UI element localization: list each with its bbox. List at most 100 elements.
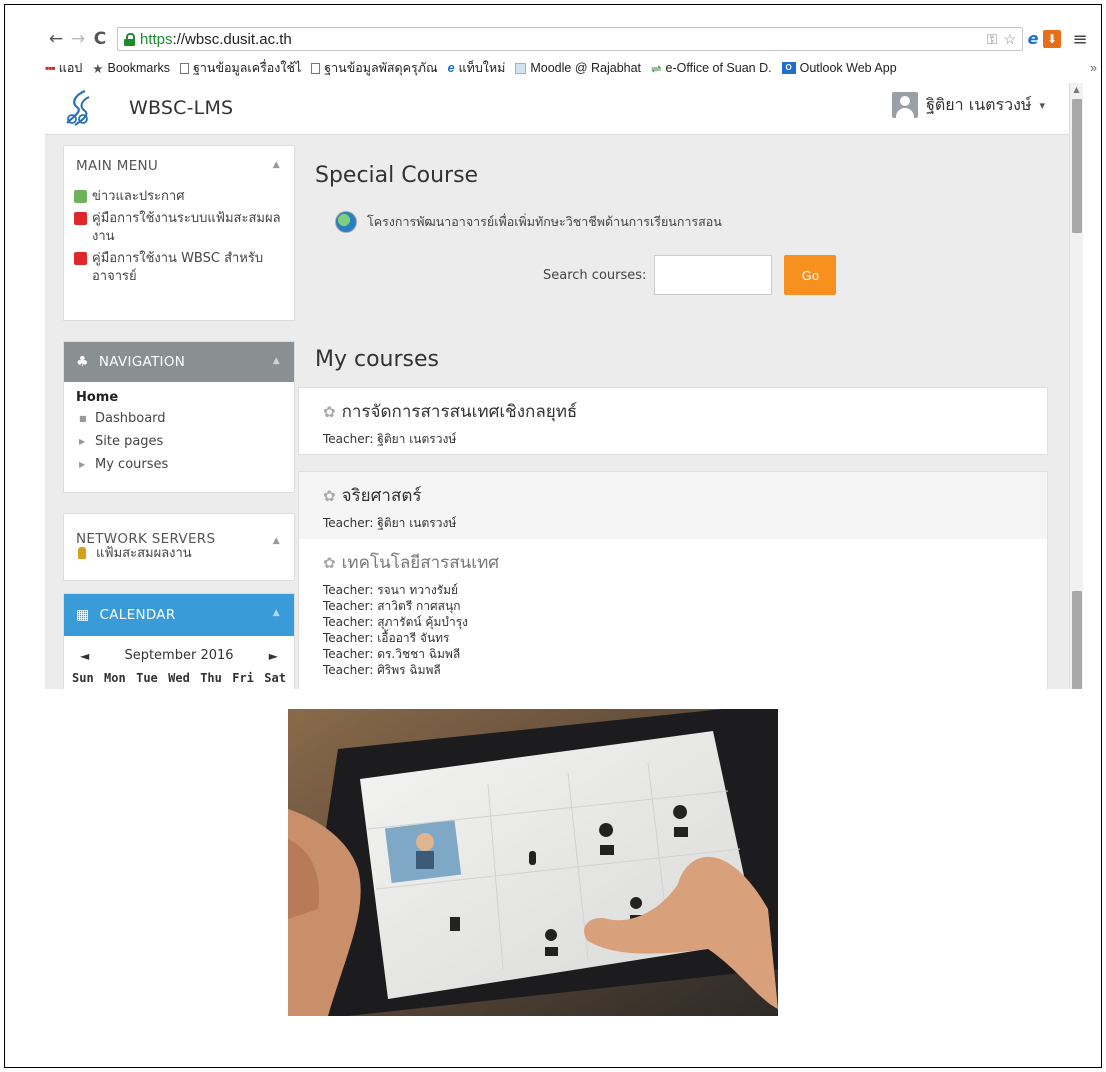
- download-extension-icon[interactable]: ⬇: [1043, 30, 1061, 48]
- scroll-up-icon[interactable]: ▲: [1070, 83, 1083, 97]
- course-teacher[interactable]: Teacher: เอื้ออารี จันทร: [323, 630, 1047, 646]
- menu-item-teacher-manual[interactable]: คู่มือการใช้งาน WBSC สำหรับอาจารย์: [74, 250, 284, 286]
- bookmark-item[interactable]: ⇌ e-Office of Suan D.: [651, 61, 772, 76]
- nav-item-site-pages[interactable]: ▶ Site pages: [76, 430, 282, 453]
- collapse-icon[interactable]: ▲: [273, 608, 280, 618]
- bookmark-item[interactable]: e แท็บใหม่: [448, 58, 506, 78]
- site-header: WBSC-LMS ฐิติยา เนตรวงษ์ ▾: [45, 83, 1069, 135]
- calendar-weekdays: Sun Mon Tue Wed Thu Fri Sat: [64, 669, 294, 687]
- navigation-list: Home ■ Dashboard ▶ Site pages ▶ My courses: [64, 382, 294, 486]
- bullet-icon: ■: [79, 414, 87, 423]
- special-course-item[interactable]: โครงการพัฒนาอาจารย์เพื่อเพิ่มทักษะวิชาชี…: [335, 211, 722, 233]
- course-globe-icon: [335, 211, 357, 233]
- course-teacher[interactable]: Teacher: ดร.วิชชา ฉิมพลี: [323, 646, 1047, 662]
- course-link[interactable]: ✿ การจัดการสารสนเทศเชิงกลยุทธ์: [299, 388, 1047, 425]
- back-button[interactable]: ←: [45, 28, 67, 50]
- scroll-thumb[interactable]: [1072, 99, 1082, 233]
- calendar-title: CALENDAR: [99, 607, 176, 623]
- main-menu-title: MAIN MENU: [76, 158, 159, 174]
- course-teacher[interactable]: Teacher: สาวิตรี กาศสนุก: [323, 598, 1047, 614]
- doc-icon: [180, 62, 190, 74]
- network-servers-block: NETWORK SERVERS ▲ แฟ้มสะสมผลงาน: [63, 513, 295, 581]
- user-menu[interactable]: ฐิติยา เนตรวงษ์ ▾: [892, 92, 1045, 118]
- bookmark-item[interactable]: ฐานข้อมูลพัสดุครุภัณ: [311, 58, 438, 78]
- calendar-month: September 2016: [124, 648, 234, 663]
- navigation-title: NAVIGATION: [98, 354, 186, 370]
- bookmark-apps[interactable]: ▪▪▪ แอป: [45, 58, 82, 78]
- reload-button[interactable]: C: [89, 28, 111, 50]
- bookmarks-overflow-icon[interactable]: »: [1090, 61, 1097, 75]
- course-card: ✿ เทคโนโลยีสารสนเทศ Teacher: รจนา ทวางรัม…: [298, 539, 1048, 689]
- address-bar-icons: ⚿ ☆: [987, 31, 1016, 48]
- sitemap-icon: ♣: [76, 354, 89, 370]
- pdf-icon: [74, 252, 87, 265]
- key-icon[interactable]: ⚿: [987, 31, 998, 48]
- nav-home[interactable]: Home: [76, 390, 282, 405]
- weekday-label: Tue: [136, 671, 158, 685]
- collapse-icon[interactable]: ▲: [273, 160, 280, 170]
- search-courses-label: Search courses:: [543, 267, 647, 283]
- calendar-prev-icon[interactable]: ◄: [80, 649, 89, 663]
- apps-icon: ▪▪▪: [45, 61, 56, 75]
- main-menu-list: ข่าวและประกาศ คู่มือการใช้งานระบบแฟ้มสะส…: [64, 186, 294, 300]
- scroll-thumb-lower[interactable]: [1072, 591, 1082, 689]
- calendar-header[interactable]: ▦ CALENDAR ▲: [64, 594, 294, 636]
- nav-item-dashboard[interactable]: ■ Dashboard: [76, 407, 282, 430]
- calendar-month-nav: ◄ September 2016 ►: [64, 636, 294, 669]
- course-teacher[interactable]: Teacher: รจนา ทวางรัมย์: [323, 582, 1047, 598]
- bookmark-star-icon[interactable]: ☆: [1003, 31, 1016, 48]
- menu-item-news[interactable]: ข่าวและประกาศ: [74, 188, 284, 206]
- main-menu-block: MAIN MENU ▲ ข่าวและประกาศ คู่มือการใช้งา…: [63, 145, 295, 321]
- bookmark-item[interactable]: O Outlook Web App: [781, 61, 897, 75]
- course-teacher[interactable]: Teacher: ศิริพร ฉิมพลี: [323, 662, 1047, 678]
- navigation-block: ♣ NAVIGATION ▲ Home ■ Dashboard ▶ Site pag…: [63, 341, 295, 493]
- screenshot-frame: ← → C https://wbsc.dusit.ac.th ⚿ ☆ e ⬇ ≡…: [4, 4, 1102, 1068]
- chevron-down-icon: ▾: [1039, 98, 1045, 112]
- course-teacher[interactable]: Teacher: ฐิติยา เนตรวงษ์: [299, 509, 1047, 531]
- menu-item-portfolio-manual[interactable]: คู่มือการใช้งานระบบแฟ้มสะสมผลงาน: [74, 210, 284, 246]
- navigation-header[interactable]: ♣ NAVIGATION ▲: [64, 342, 294, 382]
- outlook-icon: O: [781, 62, 796, 74]
- course-teacher[interactable]: Teacher: สุภารัตน์ คุ้มบำรุง: [323, 614, 1047, 630]
- forward-button[interactable]: →: [67, 28, 89, 50]
- course-teacher[interactable]: Teacher: ฐิติยา เนตรวงษ์: [299, 425, 1047, 447]
- nav-item-my-courses[interactable]: ▶ My courses: [76, 453, 282, 476]
- course-link[interactable]: ✿ จริยศาสตร์: [299, 472, 1047, 509]
- eoffice-icon: ⇌: [651, 61, 662, 76]
- doc-icon: [311, 62, 321, 74]
- course-icon: ✿: [323, 553, 336, 572]
- network-servers-title: NETWORK SERVERS: [76, 531, 216, 547]
- user-name: ฐิติยา เนตรวงษ์: [926, 94, 1032, 114]
- star-icon: ★: [92, 61, 104, 76]
- bookmark-item[interactable]: ฐานข้อมูลเครื่องใช้ไ: [180, 58, 301, 78]
- go-button[interactable]: Go: [784, 255, 837, 295]
- url-protocol: https: [140, 30, 173, 48]
- search-courses-input[interactable]: [654, 255, 773, 295]
- course-card: ✿ การจัดการสารสนเทศเชิงกลยุทธ์ Teacher: ฐ…: [298, 387, 1048, 455]
- weekday-label: Fri: [232, 671, 254, 685]
- address-bar[interactable]: https://wbsc.dusit.ac.th ⚿ ☆: [117, 27, 1023, 51]
- calendar-next-icon[interactable]: ►: [269, 649, 278, 663]
- tablet-photo: [288, 709, 778, 1016]
- bookmark-bookmarks[interactable]: ★ Bookmarks: [92, 61, 170, 76]
- site-logo-icon[interactable]: [63, 89, 93, 127]
- page-viewport: WBSC-LMS ฐิติยา เนตรวงษ์ ▾ MAIN MENU ▲ ข…: [45, 83, 1069, 689]
- page-scrollbar[interactable]: ▲: [1069, 83, 1083, 689]
- calendar-icon: ▦: [76, 607, 90, 623]
- collapse-icon[interactable]: ▲: [273, 536, 280, 546]
- url-host: ://wbsc.dusit.ac.th: [172, 30, 292, 48]
- user-avatar-icon: [892, 92, 919, 118]
- network-servers-header[interactable]: NETWORK SERVERS ▲: [64, 514, 294, 554]
- ie-extension-icon[interactable]: e: [1023, 30, 1043, 48]
- expand-icon: ▶: [79, 460, 86, 469]
- expand-icon: ▶: [79, 437, 86, 446]
- collapse-icon[interactable]: ▲: [273, 356, 280, 366]
- course-teacher-list: Teacher: รจนา ทวางรัมย์ Teacher: สาวิตรี…: [299, 576, 1047, 678]
- bookmark-item[interactable]: Moodle @ Rajabhat: [515, 61, 641, 75]
- browser-menu-icon[interactable]: ≡: [1069, 29, 1091, 50]
- site-name[interactable]: WBSC-LMS: [129, 97, 233, 119]
- weekday-label: Thu: [200, 671, 222, 685]
- course-link[interactable]: ✿ เทคโนโลยีสารสนเทศ: [299, 539, 1047, 576]
- my-courses-title: My courses: [315, 347, 439, 372]
- main-menu-header[interactable]: MAIN MENU ▲: [64, 146, 294, 186]
